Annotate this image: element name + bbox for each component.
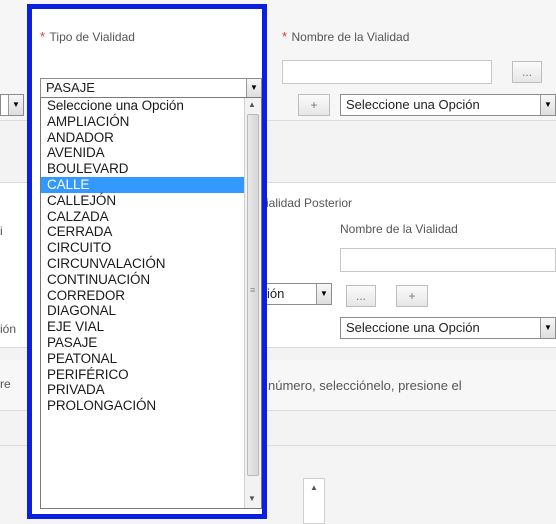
dropdown-option[interactable]: CONTINUACIÓN — [41, 272, 261, 288]
chevron-down-icon: ▼ — [540, 95, 555, 115]
nombre-vialidad-posterior-input[interactable] — [340, 248, 556, 272]
required-mark: * — [40, 29, 46, 44]
posterior-select-value: ión — [267, 286, 285, 301]
chevron-down-icon: ▼ — [8, 95, 23, 115]
dropdown-option[interactable]: ANDADOR — [41, 130, 261, 146]
posterior-select-clipped[interactable]: ión ▼ — [266, 283, 332, 305]
posterior-vialidad-select-value: Seleccione una Opción — [346, 320, 480, 335]
dropdown-option[interactable]: AVENIDA — [41, 145, 261, 161]
dropdown-option[interactable]: PRIVADA — [41, 382, 261, 398]
vialidad-select-value: Seleccione una Opción — [346, 97, 480, 112]
posterior-vialidad-select[interactable]: Seleccione una Opción ▼ — [340, 317, 556, 339]
dropdown-option[interactable]: PERIFÉRICO — [41, 367, 261, 383]
nombre-vialidad-label-text: Nombre de la Vialidad — [291, 30, 410, 44]
dropdown-option[interactable]: CALLE — [41, 176, 261, 193]
dropdown-option[interactable]: CIRCUNVALACIÓN — [41, 256, 261, 272]
scroll-up-icon[interactable]: ▲ — [248, 100, 256, 109]
tipo-vialidad-select-value: PASAJE — [46, 80, 95, 95]
dropdown-option[interactable]: CERRADA — [41, 224, 261, 240]
clipped-label: i — [0, 224, 3, 238]
clipped-label: ión — [0, 322, 17, 336]
dropdown-option[interactable]: CIRCUITO — [41, 240, 261, 256]
dropdown-option[interactable]: PASAJE — [41, 335, 261, 351]
chevron-down-icon: ▼ — [316, 284, 331, 304]
grip-icon: ≡ — [250, 285, 256, 295]
tipo-vialidad-select[interactable]: PASAJE ▼ — [40, 78, 262, 98]
required-mark: * — [282, 29, 288, 44]
chevron-down-icon: ▼ — [246, 79, 261, 97]
textarea-scrollbar[interactable]: ▲ — [303, 478, 325, 524]
dropdown-option[interactable]: CORREDOR — [41, 288, 261, 304]
dropdown-option[interactable]: AMPLIACIÓN — [41, 114, 261, 130]
nombre-vialidad-posterior-label: Nombre de la Vialidad — [340, 222, 458, 236]
dropdown-option[interactable]: BOULEVARD — [41, 161, 261, 177]
dropdown-option[interactable]: CALZADA — [41, 209, 261, 225]
dropdown-option[interactable]: PEATONAL — [41, 351, 261, 367]
nombre-vialidad-input[interactable] — [282, 60, 492, 84]
dropdown-option[interactable]: PROLONGACIÓN — [41, 398, 261, 414]
add-button[interactable]: + — [396, 285, 428, 307]
clipped-label: re — [0, 377, 11, 391]
more-button[interactable]: ... — [512, 61, 542, 83]
scroll-up-icon: ▲ — [310, 483, 318, 492]
dropdown-option[interactable]: CALLEJÓN — [41, 193, 261, 209]
chevron-down-icon: ▼ — [540, 318, 555, 338]
vialidad-select[interactable]: Seleccione una Opción ▼ — [340, 94, 556, 116]
tipo-vialidad-listbox[interactable]: Seleccione una Opción AMPLIACIÓN ANDADOR AV… — [40, 97, 262, 509]
tipo-vialidad-label: * Tipo de Vialidad — [40, 28, 135, 46]
dropdown-option[interactable]: EJE VIAL — [41, 319, 261, 335]
more-button[interactable]: ... — [346, 285, 376, 307]
dropdown-option[interactable]: Seleccione una Opción — [41, 98, 261, 114]
vialidad-posterior-label: ialidad Posterior — [266, 196, 353, 210]
tipo-vialidad-label-text: Tipo de Vialidad — [49, 30, 135, 44]
listbox-scrollbar[interactable]: ▲ ≡ ▼ — [244, 98, 261, 508]
instruction-text: número, selecciónelo, presione el — [268, 378, 462, 393]
add-button[interactable]: + — [298, 94, 330, 116]
options-list: Seleccione una Opción AMPLIACIÓN ANDADOR AV… — [41, 98, 261, 414]
scroll-down-icon[interactable]: ▼ — [248, 494, 256, 503]
scrollbar-thumb[interactable]: ≡ — [247, 114, 259, 476]
nombre-vialidad-label: * Nombre de la Vialidad — [282, 28, 409, 46]
left-select-clipped[interactable]: ▼ — [0, 94, 24, 116]
dropdown-option[interactable]: DIAGONAL — [41, 303, 261, 319]
